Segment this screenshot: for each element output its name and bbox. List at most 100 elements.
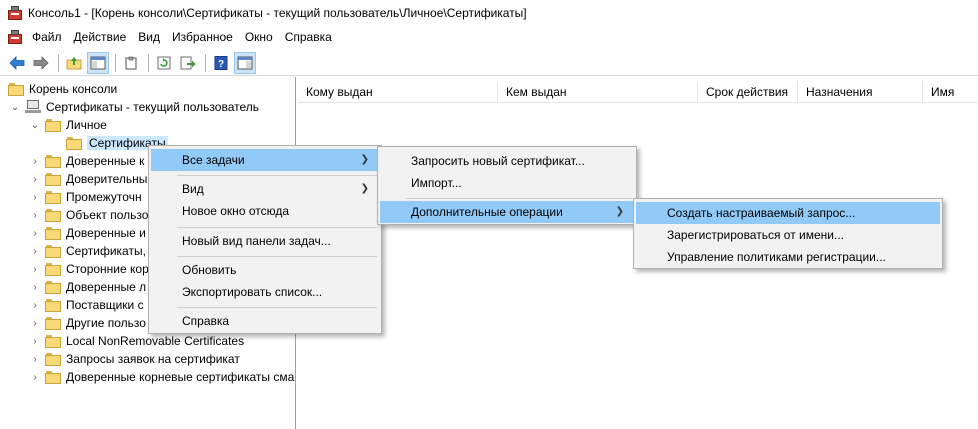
folder-icon [45, 118, 61, 132]
column-header-name[interactable]: Имя [923, 81, 978, 103]
chevron-right-icon[interactable]: › [30, 372, 40, 383]
chevron-down-icon[interactable]: ⌄ [30, 120, 40, 131]
tree-node[interactable]: › Доверительны [30, 170, 147, 188]
tree-node-label: Доверенные и [66, 226, 146, 240]
chevron-right-icon[interactable]: › [30, 264, 40, 275]
column-header-purposes[interactable]: Назначения [798, 81, 923, 103]
tree-node[interactable]: › Другие пользо [30, 314, 146, 332]
tree-node[interactable]: › Промежуточн [30, 188, 141, 206]
tree-node-label: Корень консоли [29, 82, 118, 96]
advanced-operations-submenu: Создать настраиваемый запрос... Зарегист… [633, 198, 943, 269]
menu-item-all-tasks[interactable]: Все задачи ❯ [151, 149, 379, 171]
chevron-right-icon[interactable]: › [30, 318, 40, 329]
action-pane-icon [237, 56, 253, 69]
menu-favorites[interactable]: Избранное [166, 26, 239, 48]
menu-item-request-new-certificate[interactable]: Запросить новый сертификат... [380, 150, 634, 172]
chevron-right-icon[interactable]: › [30, 156, 40, 167]
menu-item-create-custom-request[interactable]: Создать настраиваемый запрос... [636, 202, 940, 224]
back-button[interactable] [6, 52, 28, 74]
chevron-right-icon[interactable]: › [30, 192, 40, 203]
tree-node-label: Сертификаты - текущий пользователь [46, 100, 260, 114]
menu-separator [177, 175, 377, 176]
export-list-button[interactable] [177, 52, 199, 74]
folder-icon [45, 226, 61, 240]
menu-item-new-window[interactable]: Новое окно отсюда [151, 200, 379, 222]
menu-item-refresh[interactable]: Обновить [151, 259, 379, 281]
properties-button[interactable] [120, 52, 142, 74]
menu-item-help[interactable]: Справка [151, 310, 379, 332]
help-button[interactable]: ? [210, 52, 232, 74]
menu-view[interactable]: Вид [132, 26, 166, 48]
tree-node-local-nonremovable[interactable]: › Local NonRemovable Certificates [30, 332, 244, 350]
tree-node[interactable]: › Поставщики с [30, 296, 143, 314]
certificate-store-icon [25, 100, 41, 114]
system-menu-icon[interactable] [8, 30, 22, 44]
folder-icon [45, 316, 61, 330]
svg-text:?: ? [218, 59, 224, 70]
menu-item-advanced-operations[interactable]: Дополнительные операции ❯ [380, 201, 634, 223]
folder-icon [45, 352, 61, 366]
up-one-level-button[interactable] [63, 52, 85, 74]
forward-arrow-icon [33, 55, 49, 70]
menu-item-manage-enrollment-policies[interactable]: Управление политиками регистрации... [636, 246, 940, 268]
tree-node-label: Доверенные л [66, 280, 147, 294]
chevron-right-icon: ❯ [615, 206, 624, 217]
tree-node-label: Доверенные к [66, 154, 145, 168]
chevron-right-icon[interactable]: › [30, 336, 40, 347]
tree-node[interactable]: › Доверенные л [30, 278, 146, 296]
tree-node-label: Доверенные корневые сертификаты сма [66, 370, 295, 384]
folder-icon [45, 298, 61, 312]
forward-button[interactable] [30, 52, 52, 74]
menu-item-export-list[interactable]: Экспортировать список... [151, 281, 379, 303]
chevron-right-icon[interactable]: › [30, 228, 40, 239]
menu-action[interactable]: Действие [68, 26, 133, 48]
menu-item-view[interactable]: Вид ❯ [151, 178, 379, 200]
tree-node-label: Другие пользо [66, 316, 146, 330]
tree-node-certificates-current-user[interactable]: ⌄ Сертификаты - текущий пользователь [10, 98, 259, 116]
all-tasks-submenu: Запросить новый сертификат... Импорт... … [377, 146, 637, 225]
menu-window[interactable]: Окно [239, 26, 279, 48]
tree-node[interactable]: › Сертификаты, [30, 242, 146, 260]
mmc-app-icon [8, 6, 22, 20]
chevron-right-icon[interactable]: › [30, 246, 40, 257]
chevron-right-icon[interactable]: › [30, 354, 40, 365]
column-header-issued-by[interactable]: Кем выдан [498, 81, 698, 103]
chevron-right-icon[interactable]: › [30, 300, 40, 311]
chevron-right-icon[interactable]: › [30, 282, 40, 293]
chevron-down-icon[interactable]: ⌄ [10, 102, 20, 113]
menu-help[interactable]: Справка [279, 26, 338, 48]
tree-node-console-root[interactable]: Корень консоли [8, 80, 117, 98]
menu-item-import[interactable]: Импорт... [380, 172, 634, 194]
menu-item-new-taskpad[interactable]: Новый вид панели задач... [151, 230, 379, 252]
show-hide-action-pane-button[interactable] [234, 51, 256, 74]
tree-node-smart-card-roots[interactable]: › Доверенные корневые сертификаты сма [30, 368, 294, 386]
menu-separator [177, 227, 377, 228]
refresh-button[interactable] [153, 52, 175, 74]
folder-icon [45, 370, 61, 384]
tree-node-label: Запросы заявок на сертификат [66, 352, 240, 366]
menu-item-label: Вид [182, 182, 204, 196]
column-header-issued-to[interactable]: Кому выдан [298, 81, 498, 103]
menu-file[interactable]: Файл [26, 26, 68, 48]
tree-node-enrollment-requests[interactable]: › Запросы заявок на сертификат [30, 350, 240, 368]
tree-node[interactable]: › Доверенные к [30, 152, 144, 170]
tree-node-label: Доверительны [66, 172, 148, 186]
menu-separator [406, 198, 632, 199]
title-bar: Консоль1 - [Корень консоли\Сертификаты -… [0, 0, 978, 26]
show-hide-tree-button[interactable] [87, 51, 109, 74]
tree-node[interactable]: › Доверенные и [30, 224, 146, 242]
menu-item-enroll-on-behalf[interactable]: Зарегистрироваться от имени... [636, 224, 940, 246]
folder-icon [45, 154, 61, 168]
column-header-expiration[interactable]: Срок действия [698, 81, 798, 103]
tree-node-label: Сторонние кор [66, 262, 149, 276]
chevron-right-icon[interactable]: › [30, 174, 40, 185]
tree-node-label: Сертификаты, [66, 244, 146, 258]
menu-item-label: Дополнительные операции [411, 205, 563, 219]
menu-separator [177, 256, 377, 257]
window-title: Консоль1 - [Корень консоли\Сертификаты -… [28, 6, 527, 20]
chevron-right-icon[interactable]: › [30, 210, 40, 221]
folder-icon [66, 136, 82, 150]
tree-node[interactable]: › Сторонние кор [30, 260, 149, 278]
tree-node[interactable]: › Объект пользо [30, 206, 148, 224]
tree-node-personal[interactable]: ⌄ Личное [30, 116, 107, 134]
